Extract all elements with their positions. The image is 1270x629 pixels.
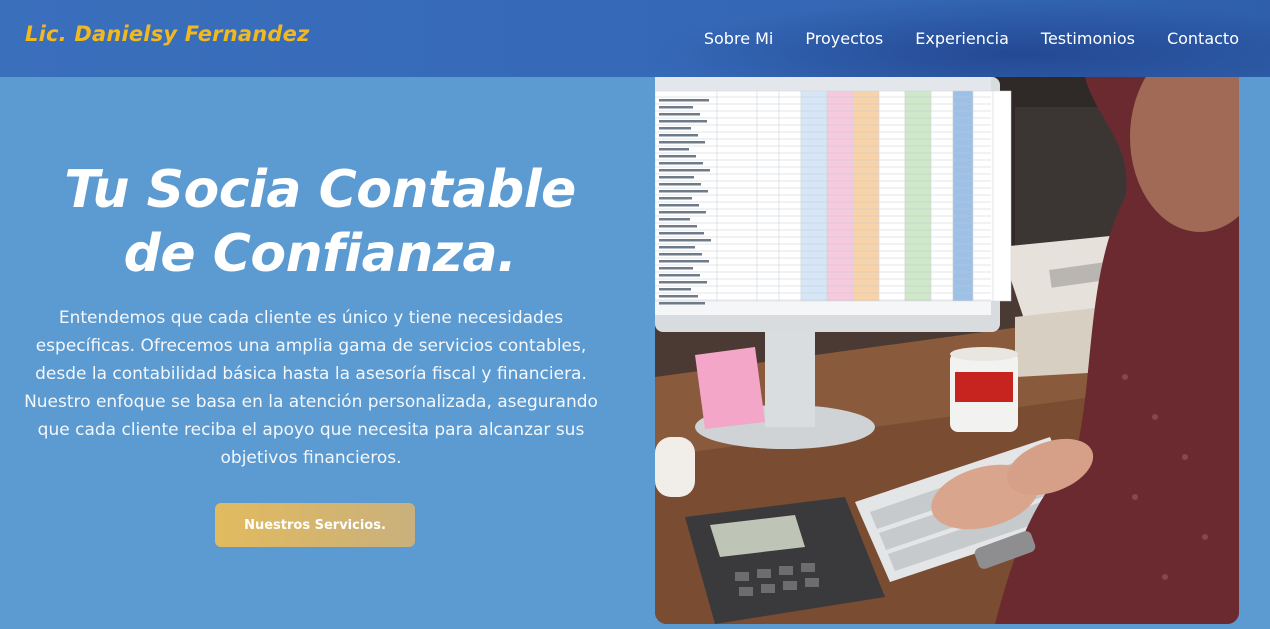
services-button[interactable]: Nuestros Servicios. <box>215 503 415 547</box>
main-nav: Sobre Mi Proyectos Experiencia Testimoni… <box>672 0 1239 77</box>
nav-link-sobre-mi[interactable]: Sobre Mi <box>704 29 774 48</box>
hero-title-line-1: Tu Socia Contable <box>64 160 576 220</box>
hero-photo-accountant-desk <box>655 77 1239 624</box>
nav-link-contacto[interactable]: Contacto <box>1167 29 1239 48</box>
nav-link-proyectos[interactable]: Proyectos <box>805 29 883 48</box>
hero-title-line-2: de Confianza. <box>123 224 517 284</box>
hero-title: Tu Socia Contable de Confianza. <box>20 158 620 286</box>
brand-logo-text[interactable]: Lic. Danielsy Fernandez <box>25 22 310 46</box>
spreadsheet-on-monitor <box>655 90 1012 305</box>
hero-description: Entendemos que cada cliente es único y t… <box>24 308 598 468</box>
nav-link-experiencia[interactable]: Experiencia <box>915 29 1009 48</box>
top-navigation-bar: Lic. Danielsy Fernandez Sobre Mi Proyect… <box>0 0 1270 77</box>
nav-link-testimonios[interactable]: Testimonios <box>1041 29 1135 48</box>
